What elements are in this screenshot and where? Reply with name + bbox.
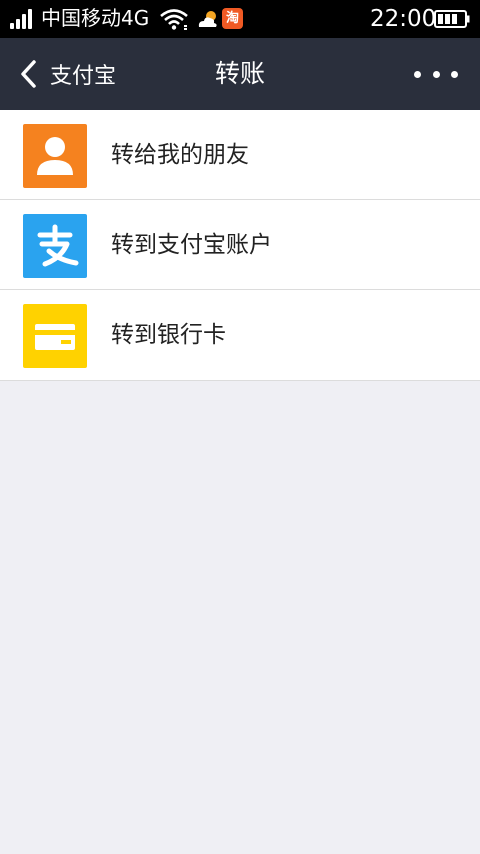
transfer-options-list: 转给我的朋友 转到支付宝账户 转到银行卡 xyxy=(0,110,480,381)
taobao-notification-icon: 淘 xyxy=(222,8,243,29)
nav-bar: 支付宝 转账 xyxy=(0,38,480,110)
list-item-label: 转给我的朋友 xyxy=(111,142,249,168)
list-item-transfer-to-bank-card[interactable]: 转到银行卡 xyxy=(0,290,480,380)
wifi-icon xyxy=(160,9,188,30)
status-bar: 中国移动4G 淘 22:00 xyxy=(0,0,480,38)
list-item-transfer-to-friend[interactable]: 转给我的朋友 xyxy=(0,110,480,200)
clock: 22:00 xyxy=(370,6,437,32)
page-title: 转账 xyxy=(214,59,265,88)
signal-icon xyxy=(10,9,36,29)
alipay-icon xyxy=(23,214,87,278)
weather-icon xyxy=(198,11,217,27)
more-dots-icon xyxy=(414,70,421,78)
carrier-label: 中国移动4G xyxy=(41,6,150,30)
bank-card-icon xyxy=(23,304,87,368)
battery-icon xyxy=(434,10,470,28)
list-item-transfer-to-alipay-account[interactable]: 转到支付宝账户 xyxy=(0,200,480,290)
back-button[interactable]: 支付宝 xyxy=(14,38,134,110)
chevron-left-icon xyxy=(21,60,36,88)
more-button[interactable] xyxy=(414,63,458,85)
back-label: 支付宝 xyxy=(50,64,117,89)
list-item-label: 转到支付宝账户 xyxy=(111,232,272,258)
friend-person-icon xyxy=(23,124,87,188)
list-item-label: 转到银行卡 xyxy=(111,322,226,348)
